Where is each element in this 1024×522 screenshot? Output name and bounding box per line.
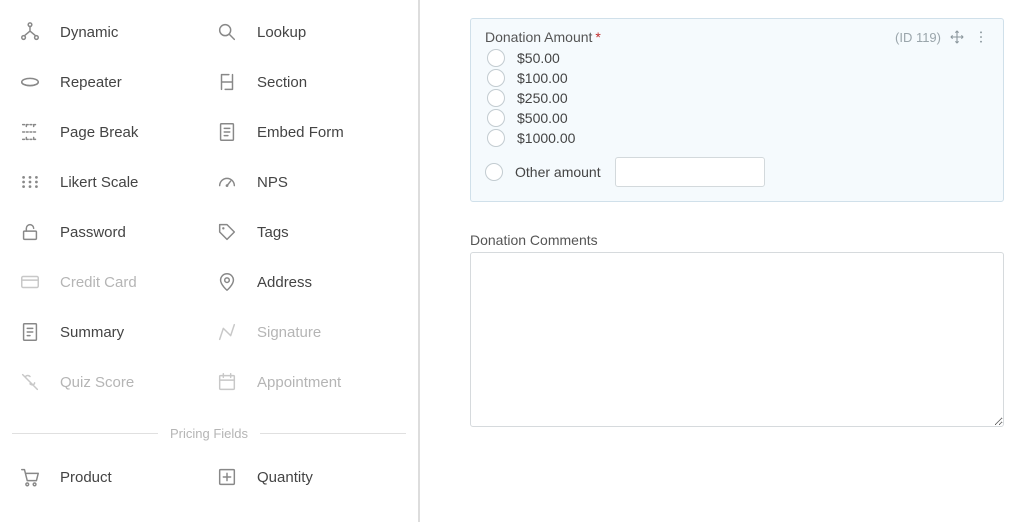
pagebreak-icon (18, 120, 42, 144)
donation-amount-field[interactable]: Donation Amount * (ID 119) $50.00 $100.00… (470, 18, 1004, 202)
field-item-tags[interactable]: Tags (209, 210, 406, 254)
field-item-quizscore: Quiz Score (12, 360, 209, 404)
field-label: Signature (257, 324, 321, 341)
field-label: Summary (60, 324, 124, 341)
required-star: * (595, 29, 600, 45)
donation-option[interactable]: $500.00 (487, 109, 989, 127)
field-item-pagebreak[interactable]: Page Break (12, 110, 209, 154)
field-item-address[interactable]: Address (209, 260, 406, 304)
donation-option-label: $250.00 (517, 90, 568, 106)
field-label: Address (257, 274, 312, 291)
other-amount-input[interactable] (615, 157, 765, 187)
field-label: Repeater (60, 74, 122, 91)
donation-option-label: $100.00 (517, 70, 568, 86)
other-amount-label: Other amount (515, 164, 601, 180)
address-icon (215, 270, 239, 294)
field-item-creditcard: Credit Card (12, 260, 209, 304)
fields-sidebar: Dynamic Lookup Repeater Section Page Break Em… (0, 0, 420, 522)
section-icon (215, 70, 239, 94)
donation-option[interactable]: $100.00 (487, 69, 989, 87)
radio-circle[interactable] (487, 89, 505, 107)
field-label: Section (257, 74, 307, 91)
field-label: Tags (257, 224, 289, 241)
field-item-appointment: Appointment (209, 360, 406, 404)
field-label: Password (60, 224, 126, 241)
appointment-icon (215, 370, 239, 394)
field-item-password[interactable]: Password (12, 210, 209, 254)
likert-icon (18, 170, 42, 194)
field-item-lookup[interactable]: Lookup (209, 10, 406, 54)
radio-circle[interactable] (487, 69, 505, 87)
field-item-quantity[interactable]: Quantity (209, 455, 406, 499)
radio-other[interactable] (485, 163, 503, 181)
field-item-nps[interactable]: NPS (209, 160, 406, 204)
donation-option[interactable]: $50.00 (487, 49, 989, 67)
pricing-section-title: Pricing Fields (170, 426, 248, 441)
quantity-icon (215, 465, 239, 489)
field-item-repeater[interactable]: Repeater (12, 60, 209, 104)
lookup-icon (215, 20, 239, 44)
signature-icon (215, 320, 239, 344)
field-label: Credit Card (60, 274, 137, 291)
donation-amount-label: Donation Amount (485, 29, 592, 45)
nps-icon (215, 170, 239, 194)
field-id-text: (ID 119) (895, 30, 941, 45)
field-label: Quantity (257, 469, 313, 486)
field-item-section[interactable]: Section (209, 60, 406, 104)
field-label: Quiz Score (60, 374, 134, 391)
field-label: Page Break (60, 124, 138, 141)
radio-circle[interactable] (487, 109, 505, 127)
field-label: Product (60, 469, 112, 486)
quizscore-icon (18, 370, 42, 394)
product-icon (18, 465, 42, 489)
summary-icon (18, 320, 42, 344)
repeater-icon (18, 70, 42, 94)
field-item-embed[interactable]: Embed Form (209, 110, 406, 154)
donation-comments-label: Donation Comments (470, 232, 1004, 248)
form-canvas: Donation Amount * (ID 119) $50.00 $100.00… (420, 0, 1024, 522)
more-icon[interactable] (973, 29, 989, 45)
pricing-section-divider: Pricing Fields (12, 426, 406, 441)
field-label: Appointment (257, 374, 341, 391)
donation-option-label: $50.00 (517, 50, 560, 66)
field-label: Likert Scale (60, 174, 138, 191)
field-label: NPS (257, 174, 288, 191)
creditcard-icon (18, 270, 42, 294)
field-label: Dynamic (60, 24, 118, 41)
password-icon (18, 220, 42, 244)
donation-option[interactable]: $250.00 (487, 89, 989, 107)
field-label: Embed Form (257, 124, 344, 141)
field-item-dynamic[interactable]: Dynamic (12, 10, 209, 54)
donation-option[interactable]: $1000.00 (487, 129, 989, 147)
move-icon[interactable] (949, 29, 965, 45)
field-item-signature: Signature (209, 310, 406, 354)
donation-comments-textarea[interactable] (470, 252, 1004, 427)
field-item-likert[interactable]: Likert Scale (12, 160, 209, 204)
dynamic-icon (18, 20, 42, 44)
radio-circle[interactable] (487, 49, 505, 67)
donation-option-label: $500.00 (517, 110, 568, 126)
field-label: Lookup (257, 24, 306, 41)
embed-icon (215, 120, 239, 144)
field-item-product[interactable]: Product (12, 455, 209, 499)
field-item-summary[interactable]: Summary (12, 310, 209, 354)
radio-circle[interactable] (487, 129, 505, 147)
donation-option-label: $1000.00 (517, 130, 575, 146)
donation-comments-field[interactable]: Donation Comments (470, 232, 1004, 430)
tags-icon (215, 220, 239, 244)
